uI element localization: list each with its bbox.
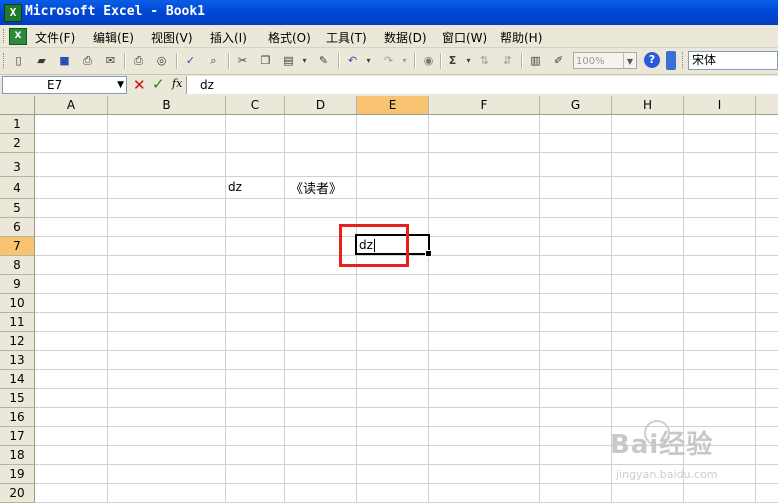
cell-c4[interactable]: dz xyxy=(228,180,242,194)
menu-help[interactable]: 帮助(H) xyxy=(500,29,542,46)
row-header-20[interactable]: 20 xyxy=(0,484,35,503)
row-header-10[interactable]: 10 xyxy=(0,294,35,313)
baidu-watermark: Bai经验 jingyan.baidu.com xyxy=(596,418,776,498)
row-header-12[interactable]: 12 xyxy=(0,332,35,351)
zoom-select[interactable]: 100% ▼ xyxy=(573,52,637,69)
font-name-select[interactable]: 宋体 xyxy=(688,51,778,70)
row-header-2[interactable]: 2 xyxy=(0,134,35,153)
formatting-toolbar-grip[interactable] xyxy=(682,52,686,69)
row-header-7[interactable]: 7 xyxy=(0,237,35,256)
menu-format[interactable]: 格式(O) xyxy=(268,29,311,46)
row-header-19[interactable]: 19 xyxy=(0,465,35,484)
row-header-18[interactable]: 18 xyxy=(0,446,35,465)
menu-edit[interactable]: 编辑(E) xyxy=(93,29,134,46)
spelling-icon[interactable]: ✓ xyxy=(182,52,199,69)
watermark-url: jingyan.baidu.com xyxy=(616,468,718,481)
column-header-h[interactable]: H xyxy=(612,96,684,115)
row-header-13[interactable]: 13 xyxy=(0,351,35,370)
row-header-6[interactable]: 6 xyxy=(0,218,35,237)
autosum-icon[interactable]: Σ xyxy=(444,52,461,69)
redo-icon[interactable]: ↷ xyxy=(380,52,397,69)
row-header-11[interactable]: 11 xyxy=(0,313,35,332)
menu-data[interactable]: 数据(D) xyxy=(384,29,427,46)
window-title: Microsoft Excel - Book1 xyxy=(25,4,206,19)
print-icon[interactable]: ⎙ xyxy=(130,52,147,69)
help-icon[interactable]: ? xyxy=(644,52,660,68)
chevron-down-icon[interactable]: ▼ xyxy=(623,53,636,68)
paste-dropdown-icon[interactable]: ▾ xyxy=(296,52,313,69)
row-header-8[interactable]: 8 xyxy=(0,256,35,275)
row-header-16[interactable]: 16 xyxy=(0,408,35,427)
cell-d4[interactable]: 《读者》 xyxy=(290,178,342,197)
copy-icon[interactable]: ❐ xyxy=(257,52,274,69)
formula-bar: E7 ▼ ✕ ✓ fx dz xyxy=(0,75,778,97)
zoom-value: 100% xyxy=(576,56,605,67)
row-header-3[interactable]: 3 xyxy=(0,153,35,177)
menu-bar: X 文件(F) 编辑(E) 视图(V) 插入(I) 格式(O) 工具(T) 数据… xyxy=(0,25,778,48)
email-icon[interactable]: ✉ xyxy=(102,52,119,69)
row-header-1[interactable]: 1 xyxy=(0,115,35,134)
select-all-corner[interactable] xyxy=(0,96,35,115)
undo-icon[interactable]: ↶ xyxy=(344,52,361,69)
menu-window[interactable]: 窗口(W) xyxy=(442,29,487,46)
document-icon[interactable]: X xyxy=(9,28,27,45)
chart-wizard-icon[interactable]: ▥ xyxy=(527,52,544,69)
undo-dropdown-icon[interactable]: ▾ xyxy=(360,52,377,69)
chevron-down-icon[interactable]: ▼ xyxy=(117,77,124,93)
menu-file[interactable]: 文件(F) xyxy=(35,29,75,46)
column-header-a[interactable]: A xyxy=(35,96,108,115)
column-header-e[interactable]: E xyxy=(357,96,429,115)
name-box[interactable]: E7 ▼ xyxy=(2,76,127,94)
permission-icon[interactable]: ⎙ xyxy=(79,52,96,69)
column-header-b[interactable]: B xyxy=(108,96,226,115)
menu-insert[interactable]: 插入(I) xyxy=(210,29,247,46)
print-preview-icon[interactable]: ◎ xyxy=(153,52,170,69)
fill-handle[interactable] xyxy=(425,250,432,257)
format-painter-icon[interactable]: ✎ xyxy=(315,52,332,69)
enter-check-icon[interactable]: ✓ xyxy=(152,75,165,93)
menu-grip-handle[interactable] xyxy=(3,29,7,43)
menu-view[interactable]: 视图(V) xyxy=(151,29,193,46)
hyperlink-icon[interactable]: ◉ xyxy=(420,52,437,69)
name-box-value: E7 xyxy=(47,78,63,92)
insert-function-icon[interactable]: fx xyxy=(172,77,182,90)
row-header-5[interactable]: 5 xyxy=(0,199,35,218)
cancel-icon[interactable]: ✕ xyxy=(133,76,146,94)
row-header-14[interactable]: 14 xyxy=(0,370,35,389)
new-icon[interactable]: ▯ xyxy=(10,52,27,69)
cut-icon[interactable]: ✂ xyxy=(234,52,251,69)
open-icon[interactable]: ▰ xyxy=(33,52,50,69)
save-icon[interactable]: ■ xyxy=(56,52,73,69)
row-header-17[interactable]: 17 xyxy=(0,427,35,446)
annotation-highlight-box xyxy=(339,224,409,267)
standard-toolbar: ▯ ▰ ■ ⎙ ✉ ⎙ ◎ ✓ ⌕ ✂ ❐ ▤ ▾ ✎ ↶ ▾ ↷ ▾ ◉ Σ … xyxy=(0,48,778,75)
row-header-4[interactable]: 4 xyxy=(0,177,35,199)
toolbar-grip-handle[interactable] xyxy=(3,53,7,69)
title-bar: X Microsoft Excel - Book1 xyxy=(0,0,778,25)
menu-tools[interactable]: 工具(T) xyxy=(326,29,367,46)
column-header-g[interactable]: G xyxy=(540,96,612,115)
autosum-dropdown-icon[interactable]: ▾ xyxy=(460,52,477,69)
toolbar-options-icon[interactable] xyxy=(666,51,676,70)
paste-icon[interactable]: ▤ xyxy=(280,52,297,69)
redo-dropdown-icon[interactable]: ▾ xyxy=(396,52,413,69)
sort-descending-icon[interactable]: ⇵ xyxy=(499,52,516,69)
sort-ascending-icon[interactable]: ⇅ xyxy=(476,52,493,69)
research-icon[interactable]: ⌕ xyxy=(205,52,222,69)
column-header-i[interactable]: I xyxy=(684,96,756,115)
watermark-brand: Bai经验 xyxy=(610,430,714,460)
column-header-d[interactable]: D xyxy=(285,96,357,115)
column-header-c[interactable]: C xyxy=(226,96,285,115)
row-header-9[interactable]: 9 xyxy=(0,275,35,294)
row-header-15[interactable]: 15 xyxy=(0,389,35,408)
excel-app-icon[interactable]: X xyxy=(4,4,22,22)
formula-input[interactable]: dz xyxy=(186,76,778,94)
column-header-f[interactable]: F xyxy=(429,96,540,115)
column-header-j[interactable] xyxy=(756,96,778,115)
drawing-icon[interactable]: ✐ xyxy=(550,52,567,69)
